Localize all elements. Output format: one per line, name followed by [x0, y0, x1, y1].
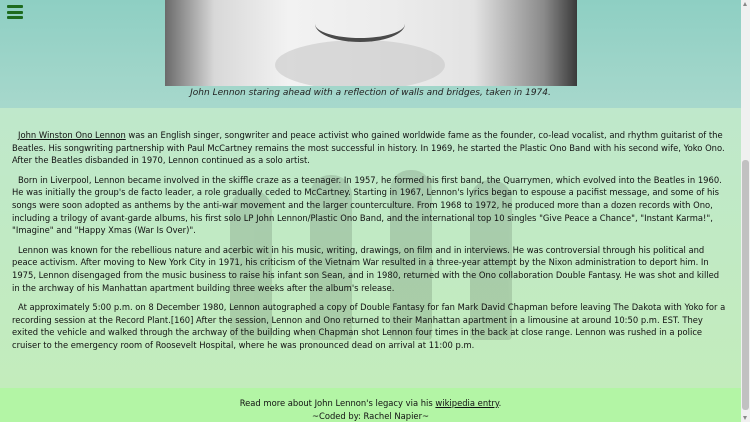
read-more-line: Read more about John Lennon's legacy via…	[239, 398, 502, 408]
bio-paragraph-1: John Winston Ono Lennon was an English s…	[12, 130, 725, 166]
photo-header: John Lennon staring ahead with a reflect…	[0, 0, 741, 108]
vertical-scrollbar[interactable]	[741, 0, 750, 422]
biography: John Winston Ono Lennon was an English s…	[12, 129, 727, 359]
full-name-link[interactable]: John Winston Ono Lennon	[18, 130, 126, 140]
lennon-photo	[165, 0, 577, 86]
bio-paragraph-2: Born in Liverpool, Lennon became involve…	[12, 174, 722, 236]
wikipedia-link[interactable]: wikipedia entry	[435, 398, 498, 408]
page: John Lennon staring ahead with a reflect…	[0, 0, 741, 422]
scroll-down-arrow-icon[interactable]	[743, 416, 747, 420]
photo-chin	[275, 40, 445, 86]
hamburger-menu-icon[interactable]	[7, 5, 23, 19]
scroll-up-arrow-icon[interactable]	[743, 2, 747, 6]
photo-caption: John Lennon staring ahead with a reflect…	[190, 88, 551, 98]
scroll-thumb[interactable]	[742, 160, 749, 410]
bio-paragraph-3: Lennon was known for the rebellious natu…	[12, 244, 720, 293]
credit-line: ~Coded by: Rachel Napier~	[311, 411, 430, 421]
footer: Read more about John Lennon's legacy via…	[0, 388, 741, 422]
photo-mouth	[315, 6, 405, 42]
bio-paragraph-4: At approximately 5:00 p.m. on 8 December…	[12, 302, 726, 350]
